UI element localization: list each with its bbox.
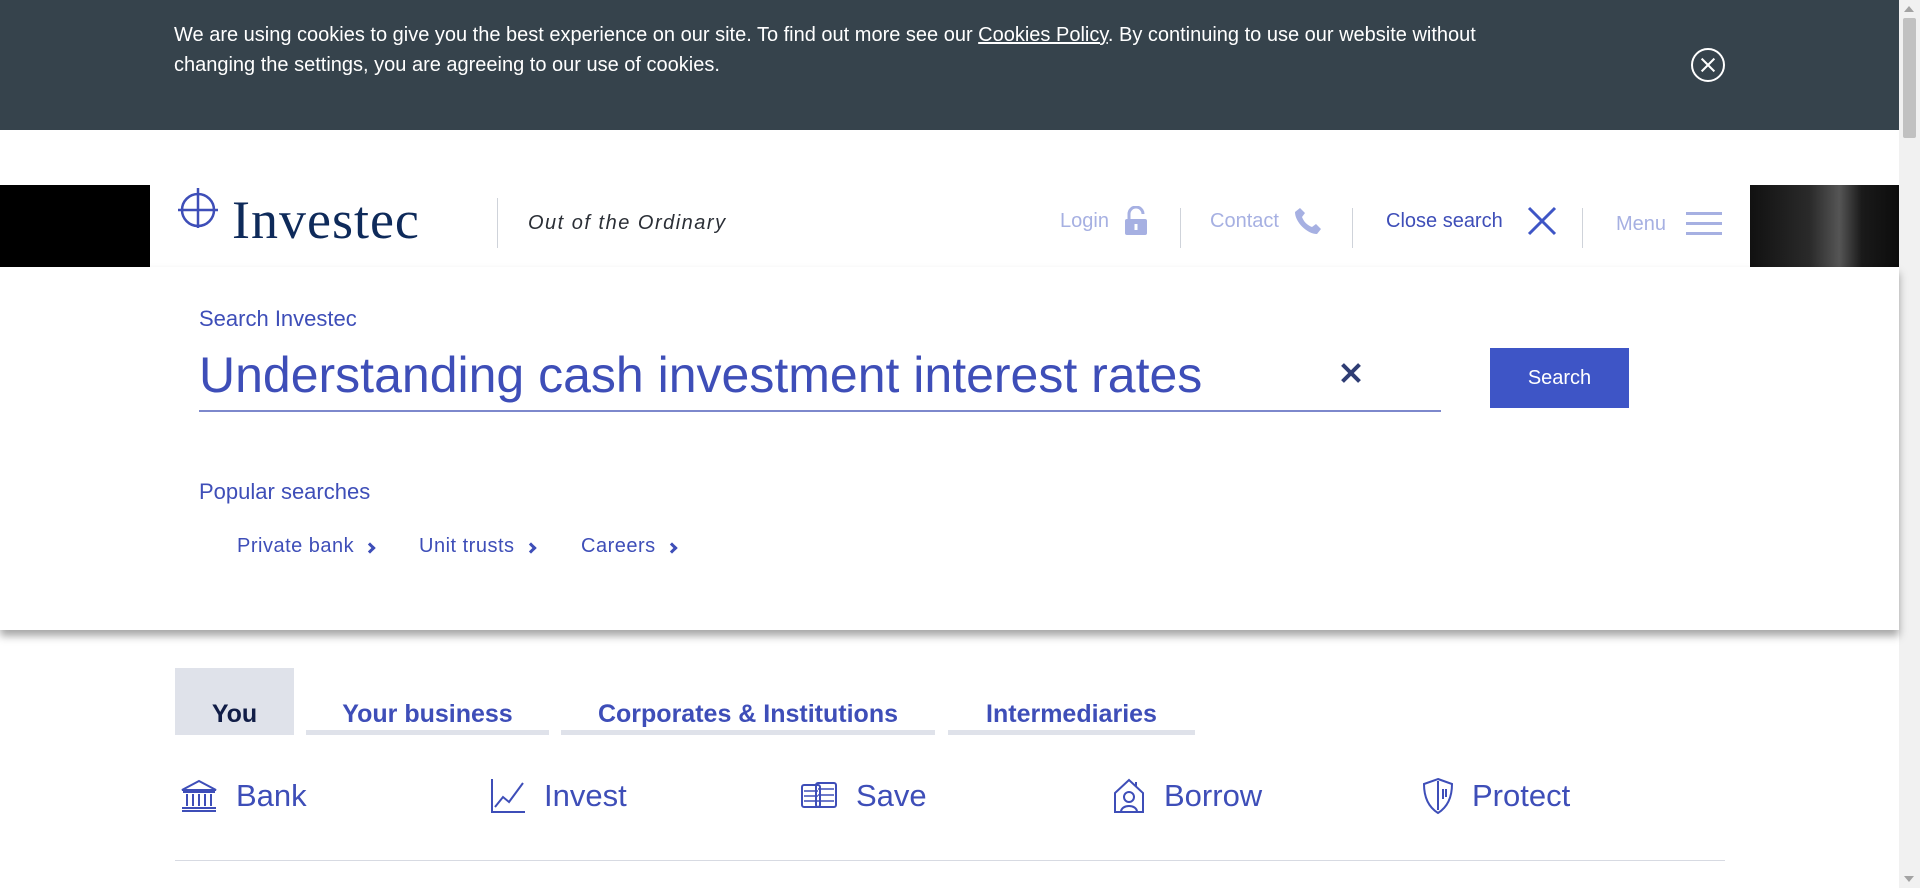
hamburger-icon bbox=[1686, 212, 1723, 235]
category-label: Save bbox=[856, 778, 927, 813]
nav-divider-1 bbox=[1180, 208, 1181, 248]
phone-icon bbox=[1294, 208, 1321, 234]
contact-link[interactable]: Contact bbox=[1210, 206, 1323, 236]
cookie-message: We are using cookies to give you the bes… bbox=[174, 20, 1514, 80]
bank-icon bbox=[181, 779, 217, 812]
page: We are using cookies to give you the bes… bbox=[0, 0, 1920, 888]
contact-label: Contact bbox=[1210, 209, 1279, 232]
category-protect[interactable]: Protect bbox=[1422, 774, 1570, 818]
house-icon bbox=[1114, 778, 1144, 813]
padlock-icon bbox=[1124, 206, 1147, 235]
shield-icon bbox=[1422, 777, 1454, 815]
chevron-right-icon bbox=[665, 541, 678, 554]
clear-search-button[interactable] bbox=[1339, 360, 1365, 386]
tab-you[interactable]: You bbox=[175, 668, 294, 735]
tab-your-business[interactable]: Your business bbox=[306, 668, 549, 735]
logo-divider bbox=[497, 198, 498, 248]
coins-icon bbox=[801, 782, 837, 808]
nav-divider-2 bbox=[1352, 208, 1353, 248]
popular-link-label: Unit trusts bbox=[419, 535, 515, 557]
close-search-label: Close search bbox=[1386, 209, 1503, 232]
login-label: Login bbox=[1060, 209, 1109, 232]
section-divider bbox=[175, 860, 1725, 861]
category-label: Invest bbox=[544, 778, 627, 813]
popular-searches-label: Popular searches bbox=[199, 479, 371, 504]
search-button[interactable]: Search bbox=[1490, 348, 1629, 408]
search-input[interactable] bbox=[199, 340, 1441, 412]
scrollbar[interactable] bbox=[1899, 0, 1920, 888]
login-link[interactable]: Login bbox=[1060, 206, 1149, 236]
nav-divider-3 bbox=[1582, 208, 1583, 248]
popular-link-label: Careers bbox=[581, 535, 656, 557]
category-invest[interactable]: Invest bbox=[490, 774, 627, 818]
menu-button[interactable]: Menu bbox=[1616, 210, 1723, 238]
popular-link-private-bank[interactable]: Private bank bbox=[237, 535, 376, 558]
cookies-policy-link[interactable]: Cookies Policy bbox=[978, 24, 1108, 46]
hero-image-right bbox=[1750, 185, 1899, 267]
close-x-icon bbox=[1527, 206, 1556, 236]
chevron-right-icon bbox=[364, 541, 376, 554]
popular-link-careers[interactable]: Careers bbox=[581, 535, 678, 558]
popular-link-unit-trusts[interactable]: Unit trusts bbox=[419, 535, 537, 558]
close-search-button[interactable]: Close search bbox=[1386, 206, 1557, 236]
category-save[interactable]: Save bbox=[800, 774, 927, 818]
scroll-up-arrow-icon[interactable] bbox=[1904, 6, 1914, 12]
chevron-right-icon bbox=[524, 541, 537, 554]
chart-icon bbox=[491, 779, 525, 813]
menu-label: Menu bbox=[1616, 212, 1667, 235]
tab-corporates-institutions[interactable]: Corporates & Institutions bbox=[561, 668, 935, 735]
cookie-text-before: We are using cookies to give you the bes… bbox=[174, 24, 979, 46]
category-bank[interactable]: Bank bbox=[180, 774, 307, 818]
category-label: Borrow bbox=[1164, 778, 1263, 813]
category-label: Bank bbox=[236, 778, 307, 813]
logo-crosshair-icon bbox=[178, 188, 218, 228]
hero-image-left bbox=[0, 185, 150, 267]
close-cookie-banner-button[interactable] bbox=[1691, 48, 1725, 82]
category-label: Protect bbox=[1472, 778, 1571, 813]
scroll-thumb[interactable] bbox=[1903, 18, 1916, 138]
investec-logo[interactable]: Investec bbox=[176, 186, 476, 250]
scroll-down-arrow-icon[interactable] bbox=[1904, 876, 1914, 882]
search-label: Search Investec bbox=[199, 306, 357, 331]
cookie-banner: We are using cookies to give you the bes… bbox=[0, 0, 1899, 130]
tagline: Out of the Ordinary bbox=[528, 212, 727, 234]
logo-text: Investec bbox=[232, 190, 420, 250]
popular-link-label: Private bank bbox=[237, 535, 355, 557]
tab-intermediaries[interactable]: Intermediaries bbox=[948, 668, 1195, 735]
category-borrow[interactable]: Borrow bbox=[1112, 774, 1262, 818]
